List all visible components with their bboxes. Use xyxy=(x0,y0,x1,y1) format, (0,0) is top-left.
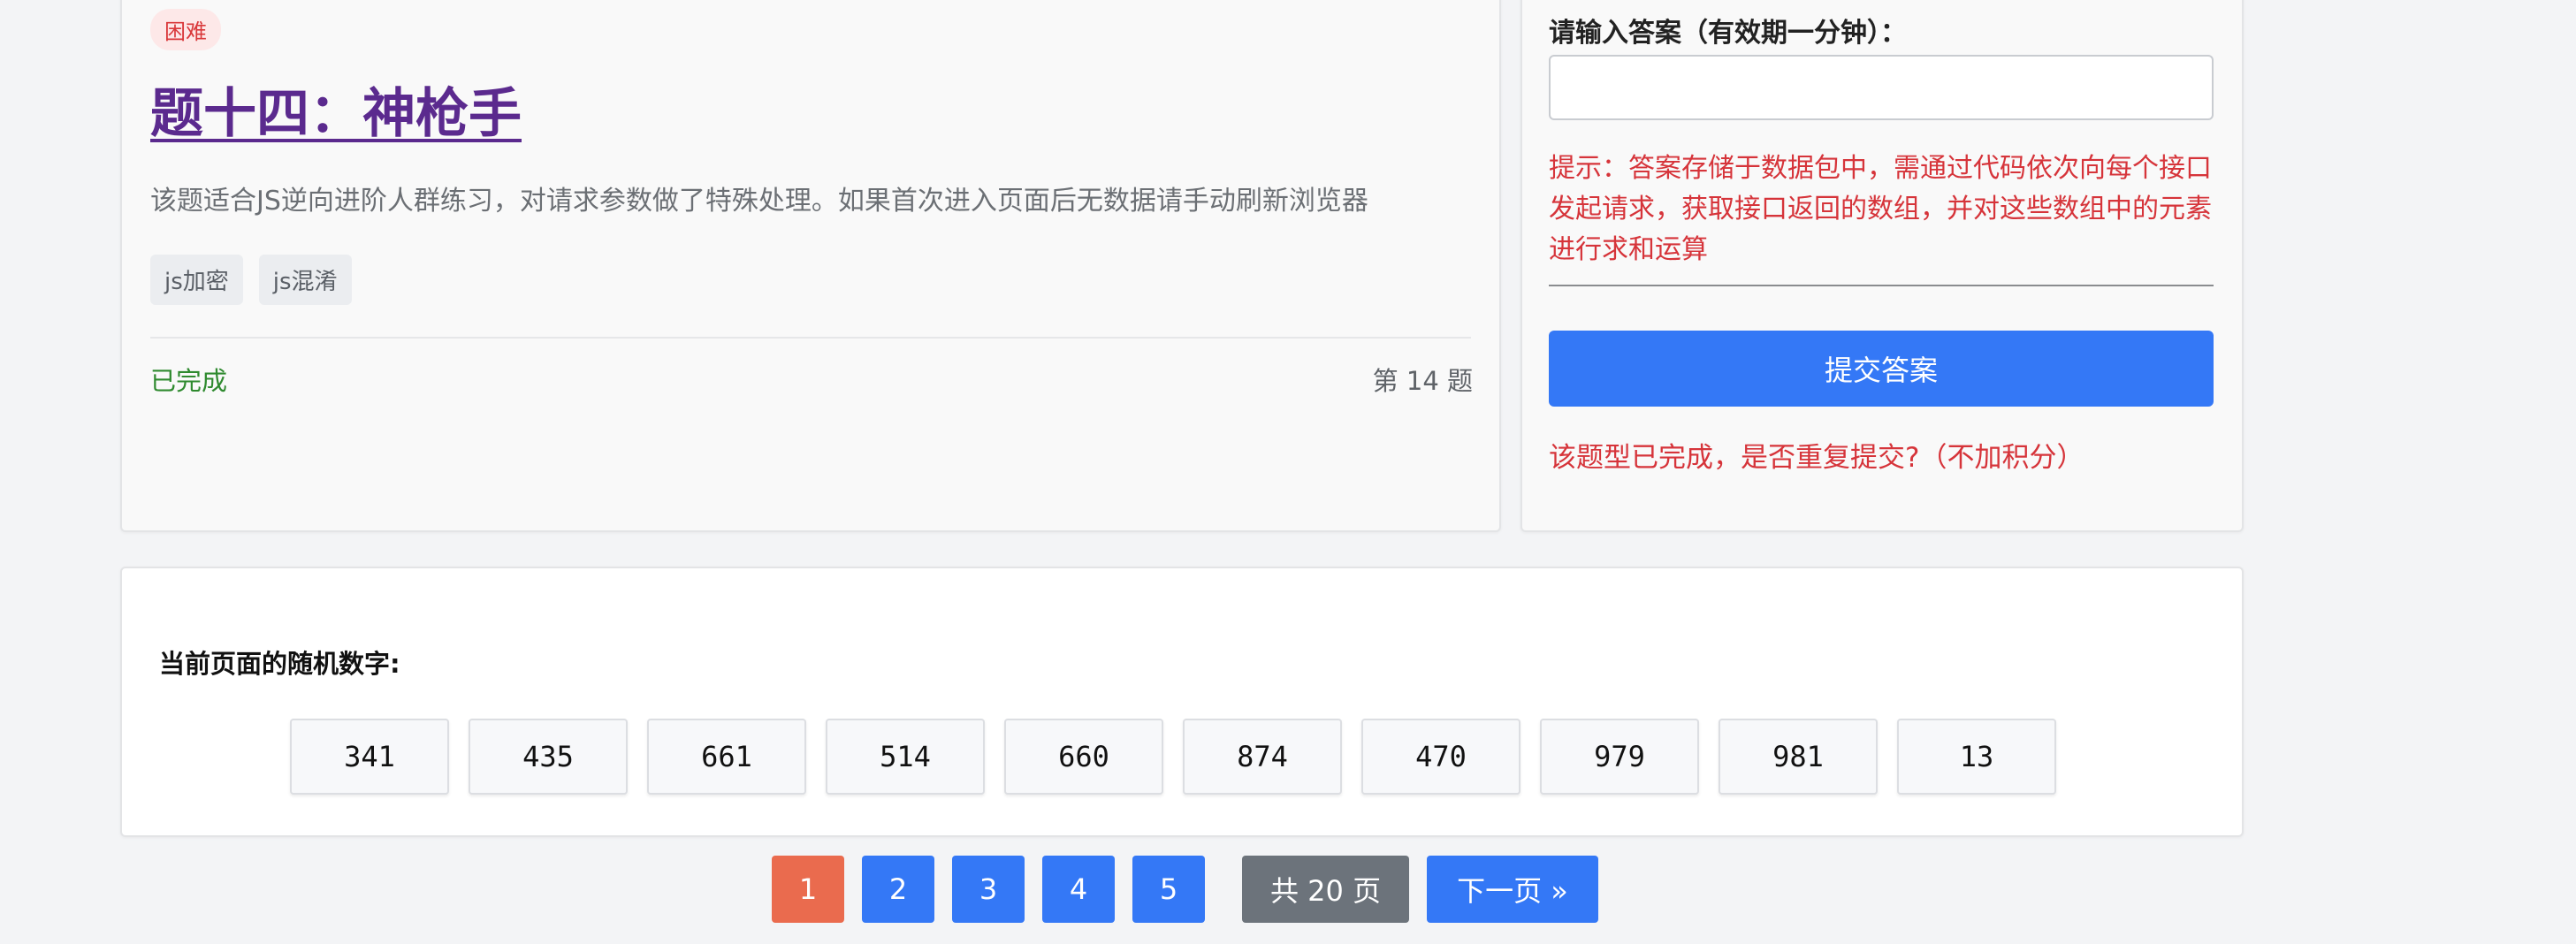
problem-description: 该题适合JS逆向进阶人群练习，对请求参数做了特殊处理。如果首次进入页面后无数据请… xyxy=(150,186,1368,217)
pagination: 1 2 3 4 5 共 20 页 下一页 » xyxy=(772,856,1598,923)
page-1-button[interactable]: 1 xyxy=(772,856,844,923)
random-number: 435 xyxy=(469,719,628,795)
random-numbers-label: 当前页面的随机数字: xyxy=(159,649,400,679)
random-number: 979 xyxy=(1540,719,1699,795)
problem-card: 困难 题十四：神枪手 该题适合JS逆向进阶人群练习，对请求参数做了特殊处理。如果… xyxy=(120,0,1501,532)
submit-answer-button[interactable]: 提交答案 xyxy=(1549,331,2214,407)
page-5-button[interactable]: 5 xyxy=(1132,856,1205,923)
answer-input[interactable] xyxy=(1549,55,2214,120)
random-number: 874 xyxy=(1183,719,1342,795)
difficulty-badge: 困难 xyxy=(150,9,221,50)
divider xyxy=(1549,285,2214,286)
resubmit-notice: 该题型已完成，是否重复提交?（不加积分） xyxy=(1549,442,2084,474)
tag-list: js加密 js混淆 xyxy=(150,255,352,305)
answer-label: 请输入答案（有效期一分钟）： xyxy=(1549,18,1907,49)
random-number: 470 xyxy=(1361,719,1520,795)
page-4-button[interactable]: 4 xyxy=(1042,856,1115,923)
answer-hint: 提示：答案存储于数据包中，需通过代码依次向每个接口发起请求，获取接口返回的数组，… xyxy=(1549,153,2212,265)
completion-status: 已完成 xyxy=(150,366,228,396)
page-2-button[interactable]: 2 xyxy=(862,856,934,923)
tag-js-encrypt: js加密 xyxy=(150,255,243,305)
tag-js-obfuscate: js混淆 xyxy=(258,255,352,305)
random-number: 341 xyxy=(290,719,449,795)
total-pages-label: 共 20 页 xyxy=(1242,856,1410,923)
random-number: 13 xyxy=(1897,719,2056,795)
random-numbers-row: 341 435 661 514 660 874 470 979 981 13 xyxy=(290,719,2056,795)
random-number: 514 xyxy=(826,719,985,795)
random-number: 660 xyxy=(1004,719,1163,795)
answer-card: 请输入答案（有效期一分钟）： 提示：答案存储于数据包中，需通过代码依次向每个接口… xyxy=(1520,0,2244,532)
problem-number: 第 14 题 xyxy=(1372,366,1473,396)
random-number: 981 xyxy=(1719,719,1878,795)
page-3-button[interactable]: 3 xyxy=(952,856,1025,923)
random-numbers-card: 当前页面的随机数字: 341 435 661 514 660 874 470 9… xyxy=(120,567,2244,837)
random-number: 661 xyxy=(647,719,806,795)
problem-title-link[interactable]: 题十四：神枪手 xyxy=(150,71,522,148)
next-page-button[interactable]: 下一页 » xyxy=(1427,856,1598,923)
divider xyxy=(150,337,1471,339)
